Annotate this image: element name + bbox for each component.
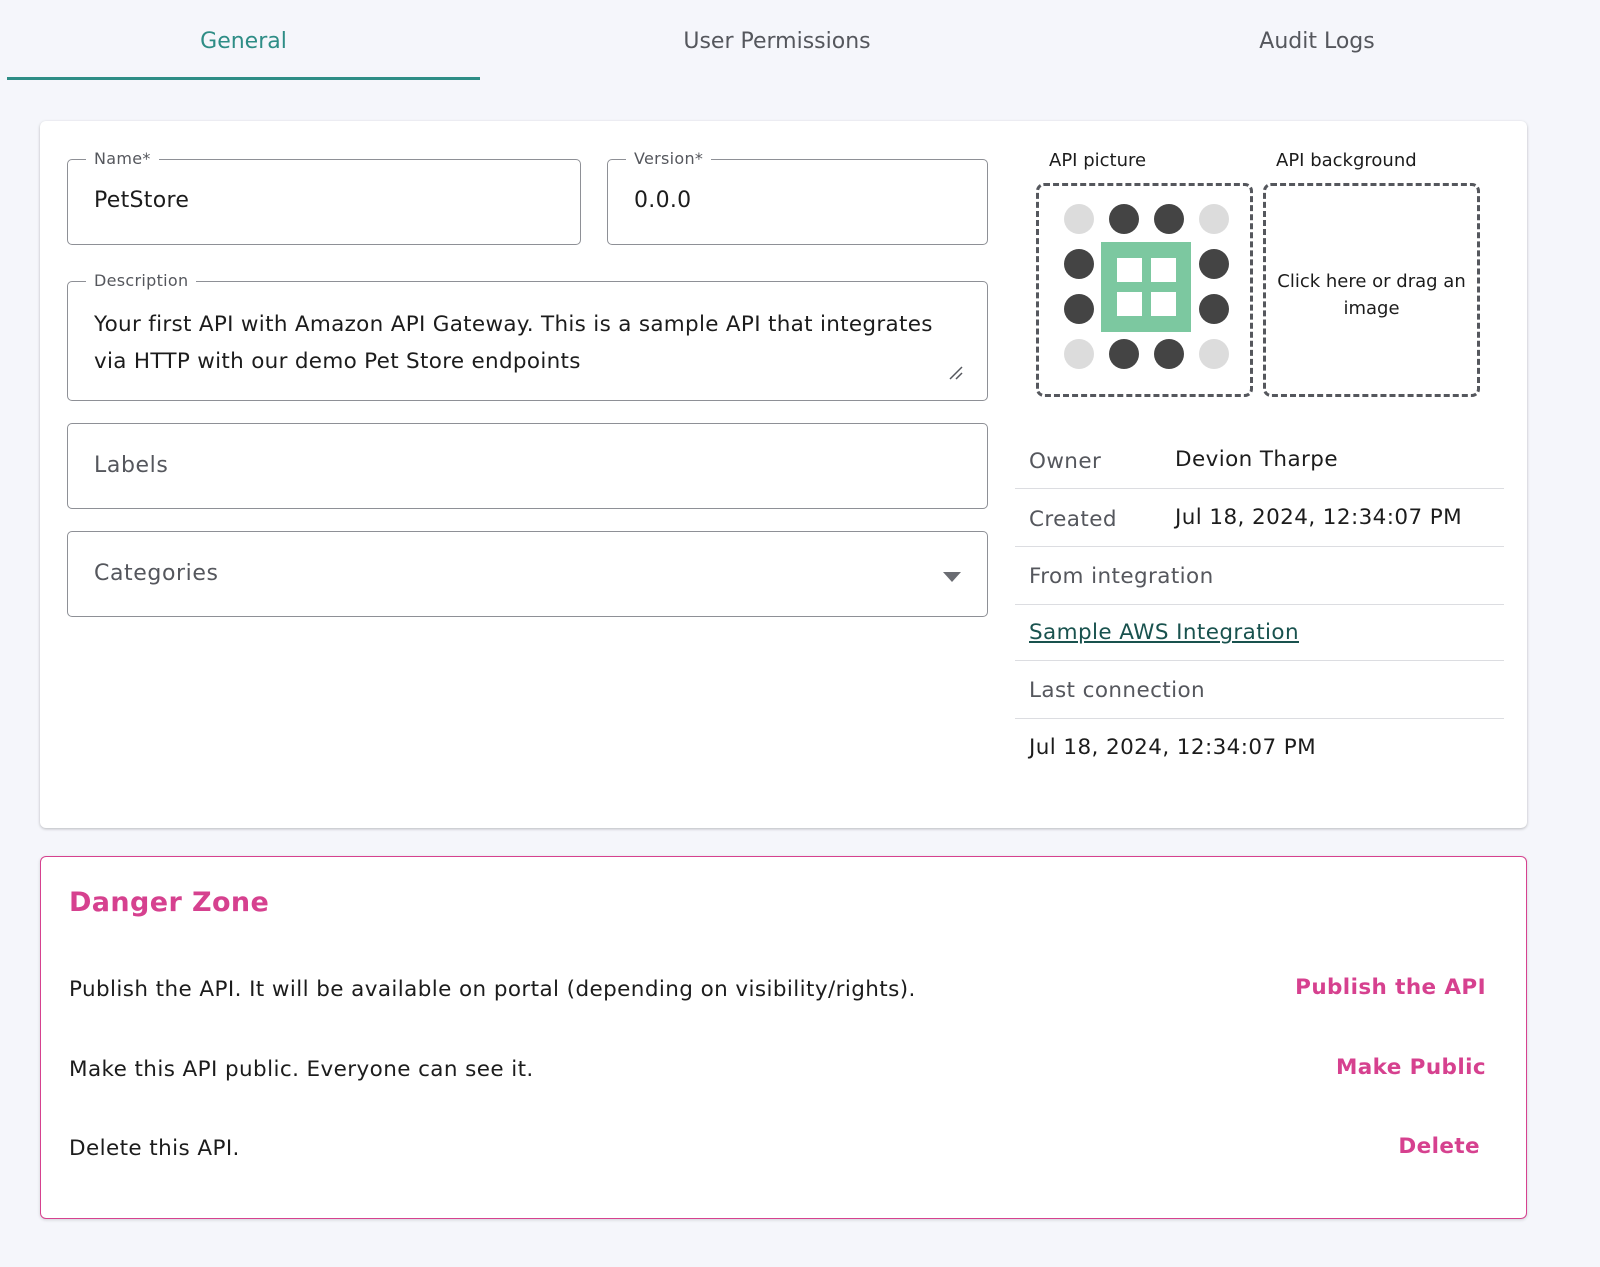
api-background-hint: Click here or drag an image [1277,271,1466,319]
api-background-label: API background [1276,150,1417,171]
created-value: Jul 18, 2024, 12:34:07 PM [1175,505,1463,530]
name-field-label: Name* [86,149,159,168]
owner-value: Devion Tharpe [1175,447,1338,472]
categories-placeholder: Categories [94,561,219,586]
api-picture-label: API picture [1049,150,1147,171]
api-background-dropzone[interactable]: Click here or drag an image [1263,183,1480,397]
last-connection-value: Jul 18, 2024, 12:34:07 PM [1029,735,1317,760]
tab-audit-logs[interactable]: Audit Logs [1087,0,1547,82]
tab-bar: General User Permissions Audit Logs [7,0,1597,82]
version-field[interactable]: Version* 0.0.0 [607,149,988,245]
owner-label: Owner [1029,449,1102,474]
publish-api-button[interactable]: Publish the API [1295,975,1486,1000]
tab-user-permissions[interactable]: User Permissions [547,0,1007,82]
api-avatar-image [1064,204,1229,369]
delete-api-button[interactable]: Delete [1398,1134,1480,1159]
integration-link[interactable]: Sample AWS Integration [1029,620,1299,645]
last-connection-label: Last connection [1029,678,1206,703]
caret-down-icon[interactable] [943,572,961,582]
version-field-label: Version* [626,149,712,168]
integration-row: From integration [1015,547,1504,605]
delete-description: Delete this API. [69,1136,240,1161]
version-field-value[interactable]: 0.0.0 [634,188,691,213]
make-public-button[interactable]: Make Public [1336,1055,1486,1080]
api-picture-dropzone[interactable] [1036,183,1253,397]
owner-row: Owner Devion Tharpe [1015,429,1504,489]
active-tab-indicator [7,77,480,80]
tab-general[interactable]: General [7,0,480,82]
integration-link-row: Sample AWS Integration [1015,605,1504,661]
created-row: Created Jul 18, 2024, 12:34:07 PM [1015,489,1504,547]
resize-handle-icon[interactable] [947,364,963,380]
make-public-description: Make this API public. Everyone can see i… [69,1057,534,1082]
last-connection-row: Last connection [1015,661,1504,719]
danger-zone: Danger Zone Publish the API. It will be … [40,856,1527,1219]
last-connection-value-row: Jul 18, 2024, 12:34:07 PM [1015,719,1504,775]
name-field-value[interactable]: PetStore [94,188,189,213]
general-card: Name* PetStore Version* 0.0.0 Descriptio… [40,121,1527,828]
categories-select[interactable]: Categories [67,531,988,617]
danger-zone-title: Danger Zone [69,887,270,918]
created-label: Created [1029,507,1117,532]
publish-description: Publish the API. It will be available on… [69,977,916,1002]
description-text[interactable]: Your first API with Amazon API Gateway. … [94,306,954,380]
labels-input[interactable]: Labels [67,423,988,509]
labels-placeholder: Labels [94,453,169,478]
integration-label: From integration [1029,564,1214,589]
description-field-label: Description [86,271,197,290]
name-field[interactable]: Name* PetStore [67,149,581,245]
description-field[interactable]: Description Your first API with Amazon A… [67,271,988,401]
